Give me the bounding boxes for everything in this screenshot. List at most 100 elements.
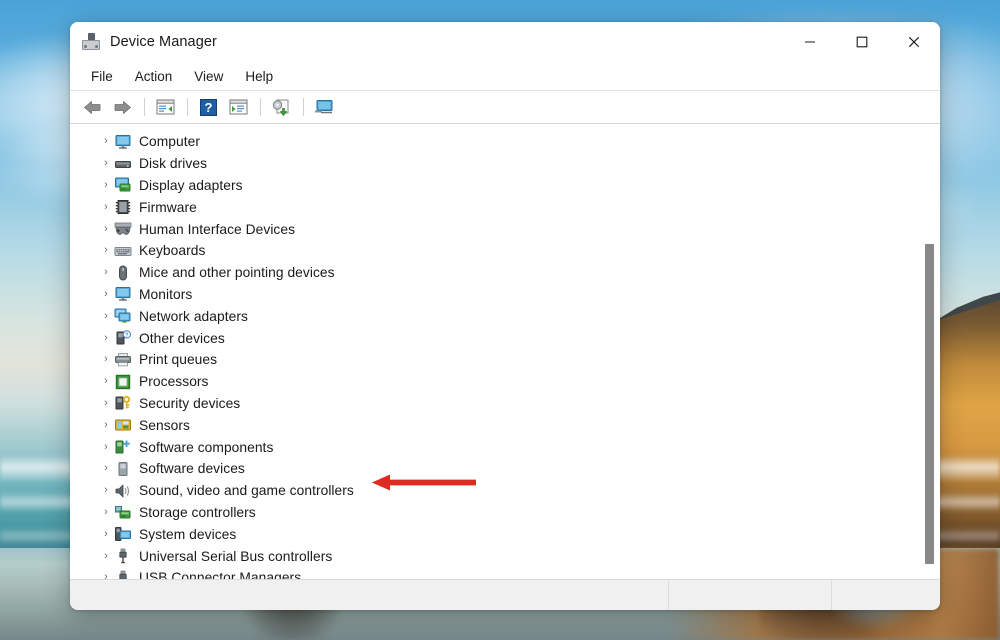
tree-item-network-adapters[interactable]: › Network adapters — [70, 305, 912, 327]
chevron-right-icon[interactable]: › — [98, 529, 114, 540]
chevron-right-icon[interactable]: › — [98, 507, 114, 518]
speaker-sound-icon — [114, 483, 132, 499]
tree-item-label: Firmware — [139, 200, 197, 215]
chevron-right-icon[interactable]: › — [98, 333, 114, 344]
tree-item-print-queues[interactable]: › Print queues — [70, 349, 912, 371]
tree-item-storage-controllers[interactable]: › Storage controllers — [70, 502, 912, 524]
tree-item-label: Disk drives — [139, 156, 207, 171]
tree-item-label: USB Connector Managers — [139, 570, 301, 579]
toolbar-separator — [187, 98, 188, 116]
tree-item-system-devices[interactable]: › System devices — [70, 523, 912, 545]
statusbar-segment — [669, 580, 832, 610]
firmware-chip-icon — [114, 199, 132, 215]
usb-icon — [114, 570, 132, 579]
forward-arrow-icon — [113, 100, 132, 115]
chevron-right-icon[interactable]: › — [98, 180, 114, 191]
chevron-right-icon[interactable]: › — [98, 398, 114, 409]
chevron-right-icon[interactable]: › — [98, 136, 114, 147]
help-question-icon: ? — [200, 99, 217, 116]
tree-item-label: Processors — [139, 374, 209, 389]
tree-item-software-components[interactable]: › Software components — [70, 436, 912, 458]
update-driver-button[interactable] — [224, 94, 252, 120]
device-manager-icon — [82, 33, 100, 51]
tree-item-label: Monitors — [139, 287, 192, 302]
tree-item-label: System devices — [139, 527, 236, 542]
maximize-icon — [856, 36, 868, 48]
tree-item-universal-serial-bus-controllers[interactable]: › Universal Serial Bus controllers — [70, 545, 912, 567]
toolbar-separator — [144, 98, 145, 116]
close-button[interactable] — [888, 22, 940, 62]
computer-monitor-icon — [114, 134, 132, 150]
chevron-right-icon[interactable]: › — [98, 572, 114, 579]
chevron-right-icon[interactable]: › — [98, 463, 114, 474]
tree-item-other-devices[interactable]: › ? Other devices — [70, 327, 912, 349]
tree-item-display-adapters[interactable]: › Display adapters — [70, 175, 912, 197]
statusbar-message — [70, 580, 669, 610]
chevron-right-icon[interactable]: › — [98, 485, 114, 496]
tree-item-sound-video-and-game-controllers[interactable]: › Sound, video and game controllers — [70, 480, 912, 502]
tree-item-sensors[interactable]: › Sensors — [70, 414, 912, 436]
tree-item-label: Print queues — [139, 352, 217, 367]
properties-button[interactable] — [151, 94, 179, 120]
storage-controller-icon — [114, 504, 132, 520]
menu-item-help[interactable]: Help — [234, 66, 284, 87]
tree-item-keyboards[interactable]: › — [70, 240, 912, 262]
chevron-right-icon[interactable]: › — [98, 158, 114, 169]
scrollbar-thumb[interactable] — [925, 244, 934, 564]
chevron-right-icon[interactable]: › — [98, 420, 114, 431]
chevron-right-icon[interactable]: › — [98, 376, 114, 387]
back-arrow-icon — [83, 100, 102, 115]
software-device-icon — [114, 461, 132, 477]
menu-item-view[interactable]: View — [183, 66, 234, 87]
monitor-icon — [114, 286, 132, 302]
tree-item-label: Computer — [139, 134, 200, 149]
chevron-right-icon[interactable]: › — [98, 354, 114, 365]
back-button[interactable] — [78, 94, 106, 120]
forward-button[interactable] — [108, 94, 136, 120]
minimize-button[interactable] — [784, 22, 836, 62]
display-adapter-icon — [114, 177, 132, 193]
menu-item-file[interactable]: File — [80, 66, 124, 87]
maximize-button[interactable] — [836, 22, 888, 62]
tree-item-security-devices[interactable]: › Security devices — [70, 393, 912, 415]
menu-item-action[interactable]: Action — [124, 66, 184, 87]
chevron-right-icon[interactable]: › — [98, 442, 114, 453]
menubar: File Action View Help — [70, 62, 940, 91]
show-hidden-button[interactable] — [310, 94, 338, 120]
tree-item-human-interface-devices[interactable]: › Human Interface Devices — [70, 218, 912, 240]
sensor-icon — [114, 417, 132, 433]
help-button[interactable]: ? — [194, 94, 222, 120]
chevron-right-icon[interactable]: › — [98, 202, 114, 213]
tree-item-label: Security devices — [139, 396, 240, 411]
tree-item-software-devices[interactable]: › Software devices — [70, 458, 912, 480]
device-manager-window: Device Manager — [70, 22, 940, 610]
vertical-scrollbar[interactable] — [923, 126, 936, 575]
tree-item-disk-drives[interactable]: › Disk drives — [70, 153, 912, 175]
other-device-icon: ? — [114, 330, 132, 346]
tree-item-mice-and-other-pointing-devices[interactable]: › Mice and other pointing devices — [70, 262, 912, 284]
chevron-right-icon[interactable]: › — [98, 224, 114, 235]
desktop-wallpaper: Device Manager — [0, 0, 1000, 640]
tree-item-usb-connector-managers[interactable]: › USB Connector Managers — [70, 567, 912, 579]
scan-hardware-icon — [272, 99, 291, 116]
chevron-right-icon[interactable]: › — [98, 289, 114, 300]
tree-item-computer[interactable]: › Computer — [70, 131, 912, 153]
window-controls — [784, 22, 940, 62]
statusbar — [70, 580, 940, 610]
toolbar-separator — [303, 98, 304, 116]
tree-item-firmware[interactable]: › Firmware — [70, 196, 912, 218]
tree-item-monitors[interactable]: › Monitors — [70, 284, 912, 306]
chevron-right-icon[interactable]: › — [98, 245, 114, 256]
tree-item-label: Sensors — [139, 418, 190, 433]
chevron-right-icon[interactable]: › — [98, 311, 114, 322]
chevron-right-icon[interactable]: › — [98, 267, 114, 278]
window-titlebar[interactable]: Device Manager — [70, 22, 940, 62]
network-adapter-icon — [114, 308, 132, 324]
security-device-icon — [114, 395, 132, 411]
chevron-right-icon[interactable]: › — [98, 551, 114, 562]
tree-item-processors[interactable]: › Processors — [70, 371, 912, 393]
close-icon — [908, 36, 920, 48]
device-tree-panel: › Computer › — [70, 124, 940, 580]
update-driver-icon — [229, 99, 248, 115]
scan-hardware-button[interactable] — [267, 94, 295, 120]
